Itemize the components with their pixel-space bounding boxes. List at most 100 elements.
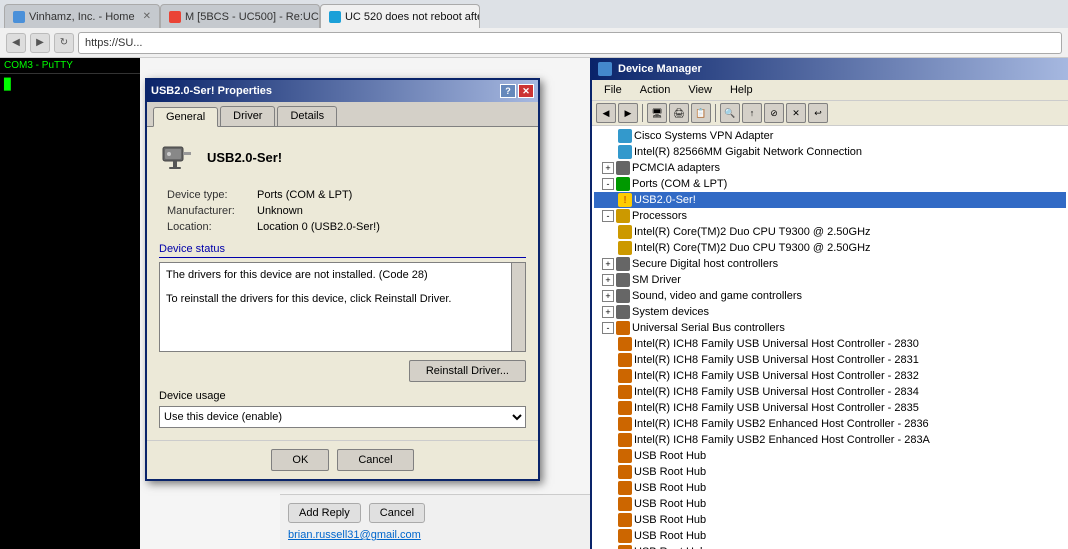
- tree-expander-ports[interactable]: -: [602, 178, 614, 190]
- tree-expander-processors[interactable]: -: [602, 210, 614, 222]
- tree-item-smdriver[interactable]: + SM Driver: [594, 272, 1066, 288]
- ok-button[interactable]: OK: [271, 449, 329, 471]
- dm-scan-btn[interactable]: 🔍: [720, 103, 740, 123]
- browser-tab-2[interactable]: M [5BCS - UC500] - Re:UC 520 ✕: [160, 4, 320, 28]
- browser-tab-3[interactable]: UC 520 does not reboot afte... ✕: [320, 4, 480, 28]
- tree-label-usb-root-1: USB Root Hub: [634, 450, 706, 462]
- browser-tab-1[interactable]: Vinhamz, Inc. - Home ✕: [4, 4, 160, 28]
- tree-label-smdriver: SM Driver: [632, 274, 681, 286]
- tree-label-usb-ctrl: Universal Serial Bus controllers: [632, 322, 785, 334]
- tree-expander-usb[interactable]: -: [602, 322, 614, 334]
- dm-menu-help[interactable]: Help: [722, 82, 761, 98]
- tree-label-usb-root-2: USB Root Hub: [634, 466, 706, 478]
- dm-device-tree[interactable]: Cisco Systems VPN Adapter Intel(R) 82566…: [592, 126, 1068, 549]
- tree-label-usb2ser: USB2.0-Ser!: [634, 194, 696, 206]
- address-input[interactable]: [78, 32, 1062, 54]
- dm-uninstall-btn[interactable]: ✕: [786, 103, 806, 123]
- tree-item-ich8-283a[interactable]: Intel(R) ICH8 Family USB2 Enhanced Host …: [594, 432, 1066, 448]
- status-section-label: Device status: [159, 243, 526, 258]
- prop-value-device-type: Ports (COM & LPT): [257, 189, 352, 201]
- dm-forward-btn[interactable]: ▶: [618, 103, 638, 123]
- status-scrollbar[interactable]: [511, 263, 525, 351]
- browser-tabs: Vinhamz, Inc. - Home ✕ M [5BCS - UC500] …: [0, 0, 1068, 28]
- reinstall-driver-button[interactable]: Reinstall Driver...: [409, 360, 526, 382]
- browser-address-bar: ◀ ▶ ↻: [0, 28, 1068, 58]
- tree-item-usb-root-4[interactable]: USB Root Hub: [594, 496, 1066, 512]
- cancel-button[interactable]: Cancel: [337, 449, 413, 471]
- tree-item-cpu1[interactable]: Intel(R) Core(TM)2 Duo CPU T9300 @ 2.50G…: [594, 224, 1066, 240]
- reinstall-row: Reinstall Driver...: [159, 360, 526, 382]
- tree-icon-ports: [616, 177, 630, 191]
- tree-icon-ich8-283a: [618, 433, 632, 447]
- tree-icon-pcmcia: [616, 161, 630, 175]
- forward-button[interactable]: ▶: [30, 33, 50, 53]
- tree-item-system[interactable]: + System devices: [594, 304, 1066, 320]
- reload-button[interactable]: ↻: [54, 33, 74, 53]
- tree-item-ich8-2832[interactable]: Intel(R) ICH8 Family USB Universal Host …: [594, 368, 1066, 384]
- tree-item-ich8-2834[interactable]: Intel(R) ICH8 Family USB Universal Host …: [594, 384, 1066, 400]
- tree-item-usb-root-3[interactable]: USB Root Hub: [594, 480, 1066, 496]
- tab-driver[interactable]: Driver: [220, 106, 275, 126]
- dm-computer-btn[interactable]: 🖥: [647, 103, 667, 123]
- dialog-close-button[interactable]: ✕: [518, 84, 534, 98]
- tab-label-1: Vinhamz, Inc. - Home: [29, 11, 135, 23]
- tree-item-cisco-vpn[interactable]: Cisco Systems VPN Adapter: [594, 128, 1066, 144]
- tree-item-usb-controllers[interactable]: - Universal Serial Bus controllers: [594, 320, 1066, 336]
- dm-print-btn[interactable]: 🖨: [669, 103, 689, 123]
- dm-properties-btn[interactable]: 📋: [691, 103, 711, 123]
- tree-item-ich8-2836[interactable]: Intel(R) ICH8 Family USB2 Enhanced Host …: [594, 416, 1066, 432]
- dm-rollback-btn[interactable]: ↩: [808, 103, 828, 123]
- dm-menu-view[interactable]: View: [680, 82, 720, 98]
- tree-item-ich8-2835[interactable]: Intel(R) ICH8 Family USB Universal Host …: [594, 400, 1066, 416]
- tree-item-intel-network[interactable]: Intel(R) 82566MM Gigabit Network Connect…: [594, 144, 1066, 160]
- usage-select[interactable]: Use this device (enable)Do not use this …: [159, 406, 526, 428]
- tree-item-usb2ser[interactable]: ! USB2.0-Ser!: [594, 192, 1066, 208]
- device-properties: Device type: Ports (COM & LPT) Manufactu…: [167, 189, 526, 233]
- tree-item-cpu2[interactable]: Intel(R) Core(TM)2 Duo CPU T9300 @ 2.50G…: [594, 240, 1066, 256]
- tree-expander-pcmcia[interactable]: +: [602, 162, 614, 174]
- dm-menu-file[interactable]: File: [596, 82, 630, 98]
- tree-expander-system[interactable]: +: [602, 306, 614, 318]
- dm-update-btn[interactable]: ↑: [742, 103, 762, 123]
- dm-disable-btn[interactable]: ⊘: [764, 103, 784, 123]
- tree-item-sdhost[interactable]: + Secure Digital host controllers: [594, 256, 1066, 272]
- tree-item-usb-root-1[interactable]: USB Root Hub: [594, 448, 1066, 464]
- prop-label-manufacturer: Manufacturer:: [167, 205, 257, 217]
- tree-item-usb-root-5[interactable]: USB Root Hub: [594, 512, 1066, 528]
- tree-expander-sound[interactable]: +: [602, 290, 614, 302]
- tree-item-processors[interactable]: - Processors: [594, 208, 1066, 224]
- tree-icon-cpu2: [618, 241, 632, 255]
- tree-item-sound[interactable]: + Sound, video and game controllers: [594, 288, 1066, 304]
- tree-item-ich8-2831[interactable]: Intel(R) ICH8 Family USB Universal Host …: [594, 352, 1066, 368]
- tree-item-pcmcia[interactable]: + PCMCIA adapters: [594, 160, 1066, 176]
- device-display-name: USB2.0-Ser!: [207, 150, 282, 165]
- dm-menu-action[interactable]: Action: [632, 82, 679, 98]
- tree-item-usb-root-6[interactable]: USB Root Hub: [594, 528, 1066, 544]
- prop-label-location: Location:: [167, 221, 257, 233]
- back-button[interactable]: ◀: [6, 33, 26, 53]
- tab-favicon-2: [169, 11, 181, 23]
- tree-label-usb-root-6: USB Root Hub: [634, 530, 706, 542]
- dm-back-btn[interactable]: ◀: [596, 103, 616, 123]
- tree-label-system: System devices: [632, 306, 709, 318]
- tree-expander-sdhost[interactable]: +: [602, 258, 614, 270]
- prop-device-type: Device type: Ports (COM & LPT): [167, 189, 526, 201]
- tree-label-ports: Ports (COM & LPT): [632, 178, 727, 190]
- tab-close-1[interactable]: ✕: [143, 11, 151, 22]
- tree-icon-ich8-2832: [618, 369, 632, 383]
- tab-details[interactable]: Details: [277, 106, 337, 126]
- tree-icon-sound: [616, 289, 630, 303]
- tree-item-ich8-2830[interactable]: Intel(R) ICH8 Family USB Universal Host …: [594, 336, 1066, 352]
- title-buttons: ? ✕: [500, 84, 534, 98]
- tree-label-ich8-2831: Intel(R) ICH8 Family USB Universal Host …: [634, 354, 919, 366]
- tree-item-usb-root-2[interactable]: USB Root Hub: [594, 464, 1066, 480]
- tree-icon-usb-ctrl: [616, 321, 630, 335]
- tree-item-usb-root-7[interactable]: USB Root Hub: [594, 544, 1066, 549]
- tree-expander-smdriver[interactable]: +: [602, 274, 614, 286]
- tree-item-ports[interactable]: - Ports (COM & LPT): [594, 176, 1066, 192]
- help-button[interactable]: ?: [500, 84, 516, 98]
- tab-general[interactable]: General: [153, 107, 218, 127]
- tree-icon-usb-root-4: [618, 497, 632, 511]
- prop-manufacturer: Manufacturer: Unknown: [167, 205, 526, 217]
- tree-label-ich8-2830: Intel(R) ICH8 Family USB Universal Host …: [634, 338, 919, 350]
